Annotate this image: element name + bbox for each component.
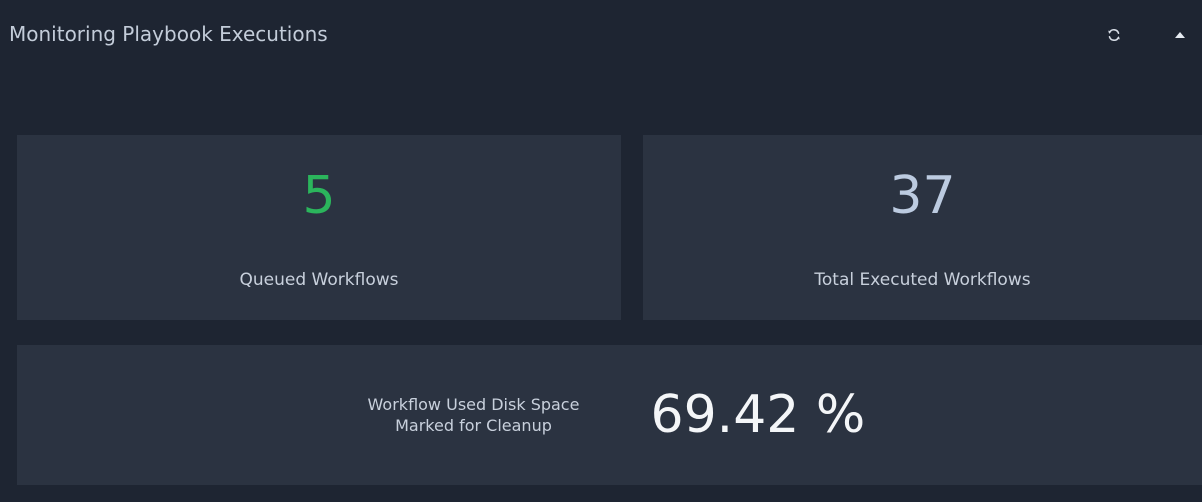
total-executed-workflows-label: Total Executed Workflows <box>814 270 1031 290</box>
disk-space-label-line-2: Marked for Cleanup <box>395 416 552 435</box>
caret-up-icon <box>1174 31 1186 39</box>
disk-space-card: Workflow Used Disk Space Marked for Clea… <box>17 345 1202 485</box>
queued-workflows-card: 5 Queued Workflows <box>17 135 621 320</box>
refresh-icon <box>1107 28 1121 42</box>
refresh-button[interactable] <box>1103 24 1125 46</box>
queued-workflows-value: 5 <box>302 166 336 226</box>
total-executed-workflows-value: 37 <box>889 166 956 226</box>
total-executed-workflows-card: 37 Total Executed Workflows <box>643 135 1202 320</box>
disk-space-content: Workflow Used Disk Space Marked for Clea… <box>17 345 1202 485</box>
queued-workflows-label: Queued Workflows <box>239 270 399 290</box>
dashboard-panel: Monitoring Playbook Executions 5 Queued … <box>0 0 1202 502</box>
disk-space-value: 69.42 % <box>650 385 866 445</box>
disk-space-label-line-1: Workflow Used Disk Space <box>367 395 580 414</box>
panel-header: Monitoring Playbook Executions <box>0 0 1202 70</box>
collapse-button[interactable] <box>1169 24 1191 46</box>
panel-title: Monitoring Playbook Executions <box>9 22 328 46</box>
disk-space-label: Workflow Used Disk Space Marked for Clea… <box>329 394 619 436</box>
